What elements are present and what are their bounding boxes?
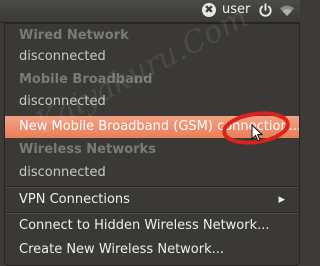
menu-separator: [6, 212, 298, 214]
submenu-arrow-icon: ▸: [278, 192, 285, 207]
wireless-networks-status: disconnected: [19, 165, 106, 180]
network-menu: Wired Network disconnected Mobile Broadb…: [4, 23, 300, 266]
new-mobile-broadband-connection-item[interactable]: New Mobile Broadband (GSM) connection...: [5, 116, 299, 138]
menu-separator: [6, 186, 298, 188]
wireless-icon[interactable]: [279, 4, 295, 17]
mobile-broadband-status: disconnected: [19, 94, 106, 109]
connect-hidden-wireless-item[interactable]: Connect to Hidden Wireless Network...: [5, 215, 299, 237]
vpn-connections-item[interactable]: VPN Connections ▸: [5, 189, 299, 211]
user-status-icon[interactable]: ✖: [202, 3, 216, 17]
user-name[interactable]: user: [222, 2, 250, 17]
wired-network-header: Wired Network: [19, 28, 129, 43]
wireless-networks-header: Wireless Networks: [19, 142, 156, 157]
power-icon[interactable]: [258, 3, 273, 18]
new-mobile-broadband-label: New Mobile Broadband (GSM) connection...: [19, 119, 299, 134]
top-panel: ✖ user: [0, 0, 300, 23]
wired-network-status: disconnected: [19, 49, 106, 64]
vpn-connections-label: VPN Connections: [19, 192, 130, 207]
create-wireless-network-item[interactable]: Create New Wireless Network...: [5, 239, 299, 261]
mobile-broadband-header: Mobile Broadband: [19, 72, 153, 87]
